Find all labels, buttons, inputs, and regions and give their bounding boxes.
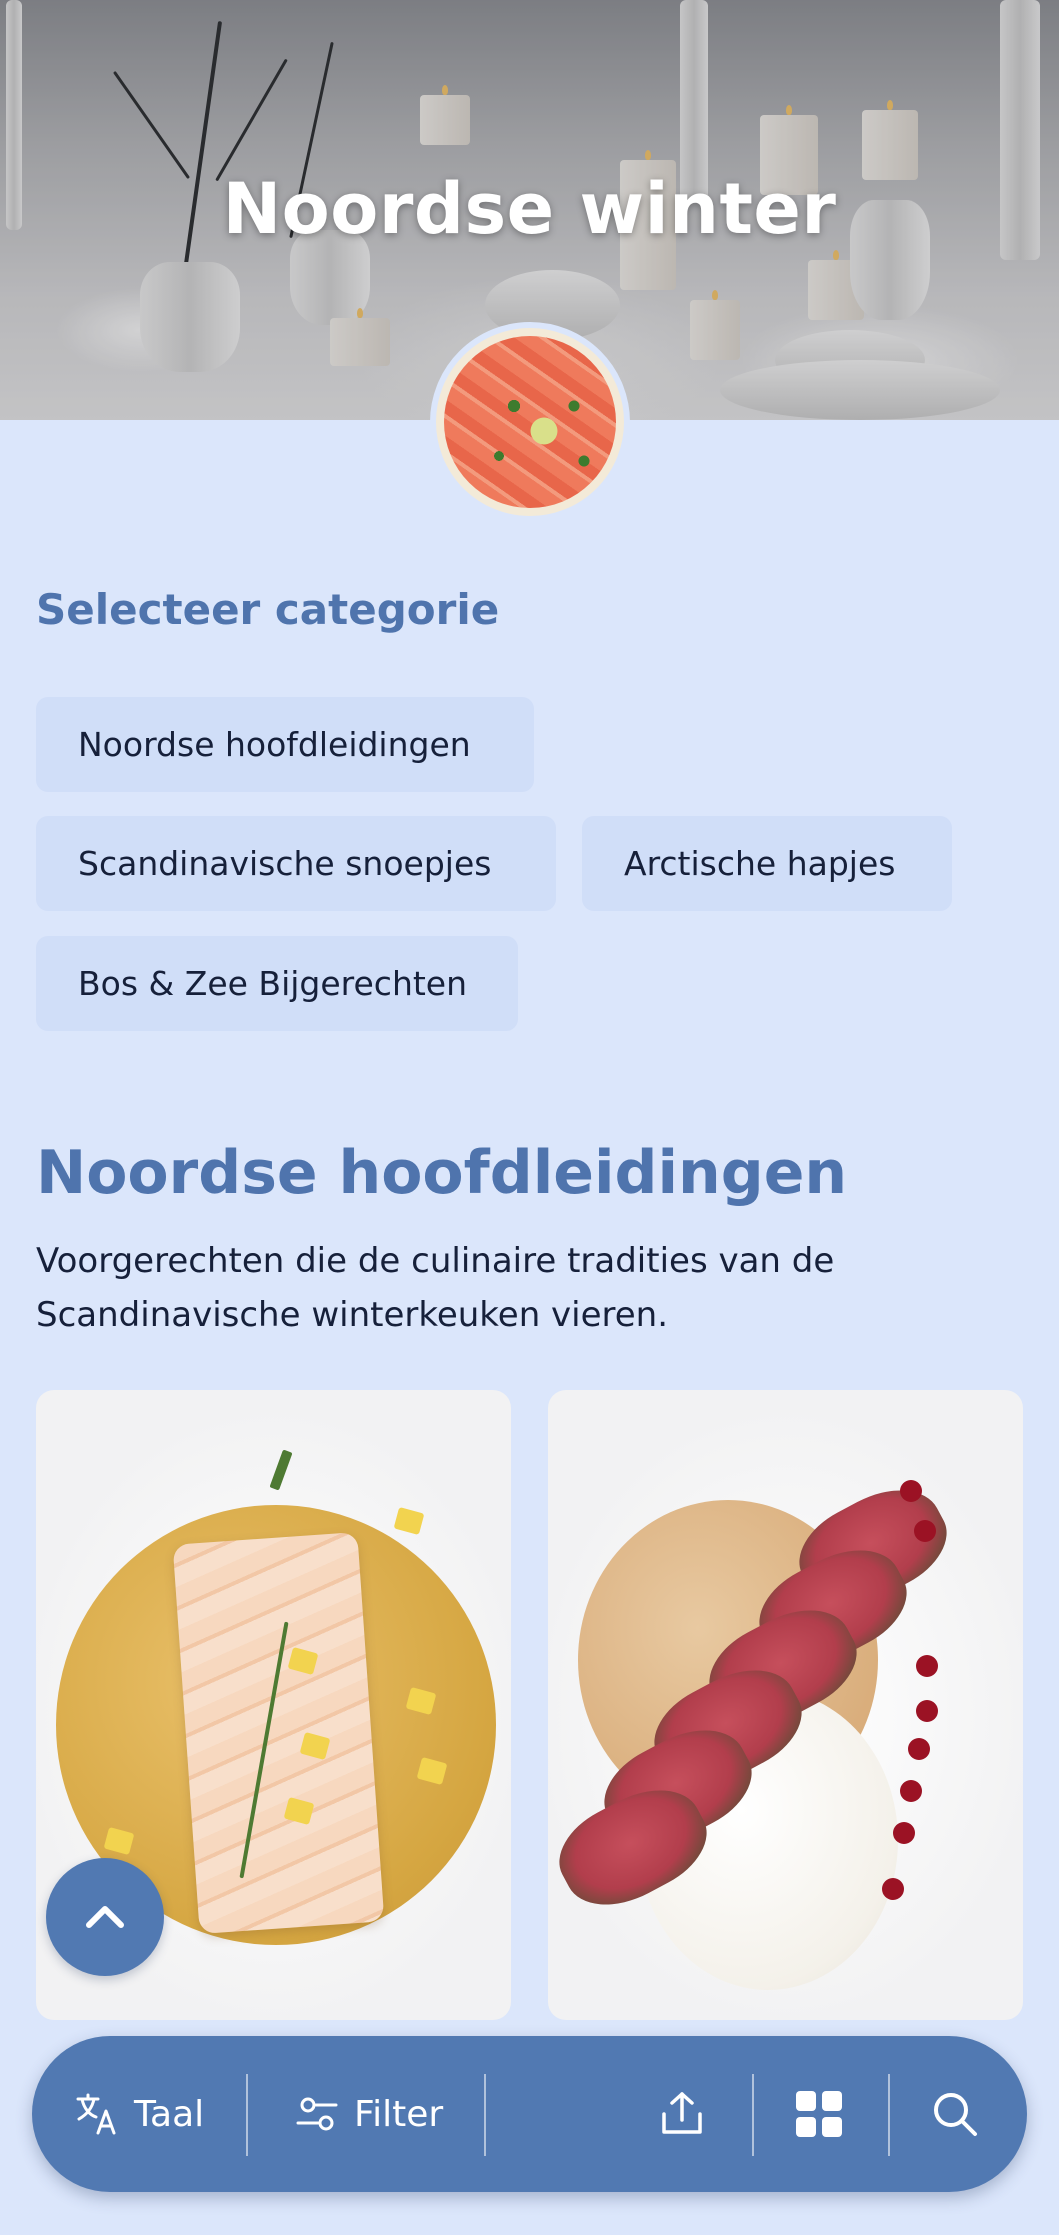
dish-card[interactable] <box>548 1390 1023 2020</box>
berry-dot <box>893 1822 915 1844</box>
divider <box>888 2074 890 2156</box>
category-chip-arctische-hapjes[interactable]: Arctische hapjes <box>582 816 952 911</box>
search-icon <box>934 2093 977 2136</box>
berry-dot <box>908 1738 930 1760</box>
category-heading: Selecteer categorie <box>36 585 500 634</box>
berry-dot <box>900 1480 922 1502</box>
filter-icon <box>296 2097 338 2131</box>
search-button[interactable] <box>930 2036 980 2192</box>
translate-icon <box>76 2093 116 2135</box>
divider <box>246 2074 248 2156</box>
language-button[interactable]: Taal <box>74 2036 204 2192</box>
fish-fillet <box>172 1532 385 1934</box>
salmon-image <box>444 336 616 508</box>
berry-dot <box>914 1520 936 1542</box>
berry-dot <box>882 1878 904 1900</box>
divider <box>752 2074 754 2156</box>
berry-dot <box>916 1700 938 1722</box>
category-chip-noordse-hoofdleidingen[interactable]: Noordse hoofdleidingen <box>36 697 534 792</box>
filter-label: Filter <box>354 2093 444 2135</box>
section-description: Voorgerechten die de culinaire tradities… <box>36 1241 835 1335</box>
share-icon <box>662 2092 702 2134</box>
bottom-toolbar: Taal Filter <box>32 2036 1027 2192</box>
grid-icon <box>796 2091 842 2137</box>
berry-dot <box>900 1780 922 1802</box>
language-label: Taal <box>134 2093 205 2135</box>
grid-view-button[interactable] <box>794 2036 844 2192</box>
share-button[interactable] <box>656 2036 708 2192</box>
section-title: Noordse hoofdleidingen <box>36 1138 848 1208</box>
category-chip-bos-zee-bijgerechten[interactable]: Bos & Zee Bijgerechten <box>36 936 518 1031</box>
filter-button[interactable]: Filter <box>294 2036 443 2192</box>
berry-dot <box>916 1655 938 1677</box>
featured-dish-avatar <box>430 322 630 522</box>
divider <box>484 2074 486 2156</box>
category-chip-scandinavische-snoepjes[interactable]: Scandinavische snoepjes <box>36 816 556 911</box>
scroll-to-top-button[interactable] <box>46 1858 164 1976</box>
chevron-up-icon <box>86 1906 124 1928</box>
page-title: Noordse winter <box>222 168 837 250</box>
